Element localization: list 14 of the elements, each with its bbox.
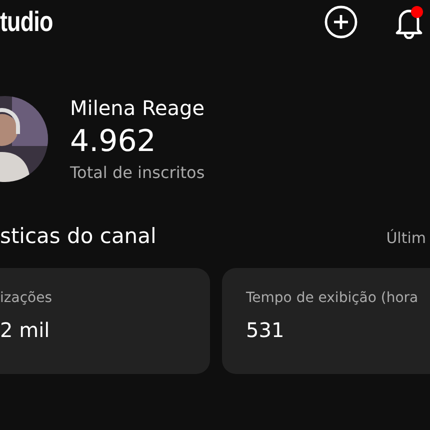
stat-value: 531 (246, 318, 286, 342)
stat-value: 2 mil (0, 318, 51, 342)
subscriber-count: 4.962 (70, 124, 157, 159)
stat-card[interactable]: izações 2 mil (0, 268, 210, 374)
subscriber-label: Total de inscritos (70, 163, 205, 182)
app-title: tudio (0, 6, 53, 38)
channel-name: Milena Reage (70, 96, 205, 120)
add-icon[interactable] (324, 5, 358, 39)
section-title: sticas do canal (0, 224, 156, 248)
stat-label: izações (0, 290, 53, 306)
period-selector[interactable]: Últim (386, 229, 426, 247)
notifications-icon[interactable] (394, 5, 424, 39)
stat-label: Tempo de exibição (hora (246, 290, 420, 306)
stat-card[interactable]: Tempo de exibição (hora 531 (222, 268, 430, 374)
